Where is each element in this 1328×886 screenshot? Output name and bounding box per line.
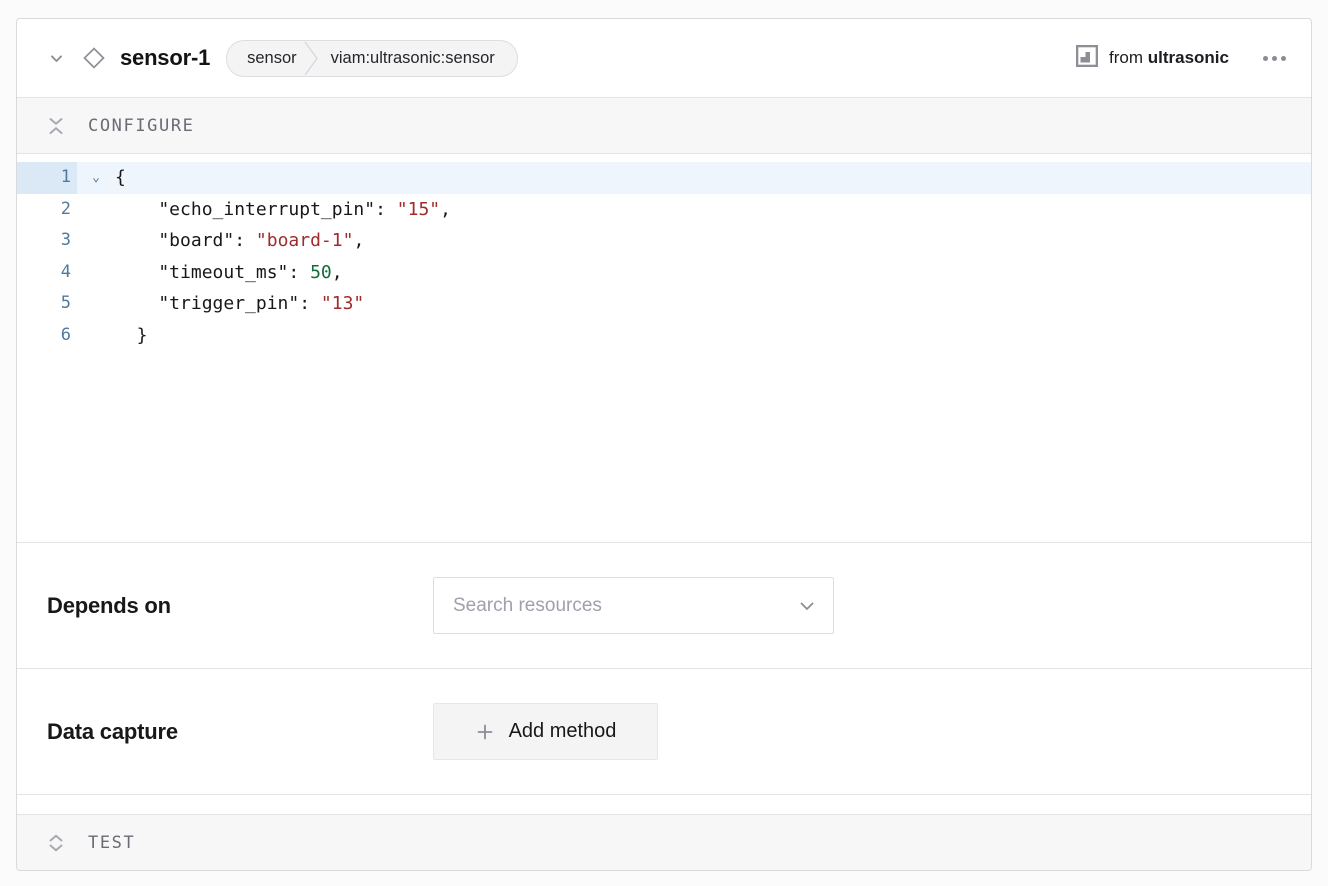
pill-model-label: viam:ultrasonic:sensor xyxy=(321,41,517,76)
code-line[interactable]: 6 } xyxy=(17,320,1311,352)
code-token: , xyxy=(440,199,451,220)
code-token: "15" xyxy=(397,199,440,220)
code-token: : xyxy=(299,293,321,314)
code-text: { xyxy=(115,162,126,194)
code-token: , xyxy=(353,230,364,251)
line-number: 3 xyxy=(17,225,77,257)
code-line[interactable]: 4 "timeout_ms": 50, xyxy=(17,257,1311,289)
module-source[interactable]: from ultrasonic xyxy=(1076,45,1229,72)
code-token: , xyxy=(332,262,343,283)
add-method-button[interactable]: Add method xyxy=(433,703,658,760)
code-token: "echo_interrupt_pin" xyxy=(115,199,375,220)
line-number: 1 xyxy=(17,162,77,194)
line-number: 4 xyxy=(17,257,77,289)
resource-config-card: sensor-1 sensor viam:ultrasonic:sensor xyxy=(16,18,1312,871)
code-token: 50 xyxy=(310,262,332,283)
add-method-button-label: Add method xyxy=(509,720,617,743)
resource-type-pill: sensor viam:ultrasonic:sensor xyxy=(226,40,518,77)
chevron-down-icon[interactable] xyxy=(45,47,67,69)
page-root: sensor-1 sensor viam:ultrasonic:sensor xyxy=(0,0,1328,886)
code-text: "timeout_ms": 50, xyxy=(115,257,343,289)
line-number: 5 xyxy=(17,288,77,320)
code-token: "board-1" xyxy=(256,230,354,251)
card-header: sensor-1 sensor viam:ultrasonic:sensor xyxy=(17,19,1311,98)
code-token: : xyxy=(288,262,310,283)
code-token: : xyxy=(234,230,256,251)
code-text: "echo_interrupt_pin": "15", xyxy=(115,194,451,226)
depends-on-row: Depends on Search resources xyxy=(17,543,1311,669)
code-line[interactable]: 2 "echo_interrupt_pin": "15", xyxy=(17,194,1311,226)
pill-separator-icon xyxy=(301,41,321,76)
code-token: "board" xyxy=(115,230,234,251)
diamond-icon xyxy=(81,45,107,71)
module-source-text: from ultrasonic xyxy=(1109,48,1229,68)
data-capture-row: Data capture Add method xyxy=(17,669,1311,795)
section-label-test: TEST xyxy=(88,833,135,853)
code-token: { xyxy=(115,167,126,188)
depends-on-label: Depends on xyxy=(47,593,433,619)
plus-icon xyxy=(475,722,495,742)
line-number: 2 xyxy=(17,194,77,226)
json-config-editor[interactable]: 1⌄{2 "echo_interrupt_pin": "15",3 "board… xyxy=(17,154,1311,543)
module-name: ultrasonic xyxy=(1148,48,1229,67)
code-line[interactable]: 1⌄{ xyxy=(17,162,1311,194)
code-text: "board": "board-1", xyxy=(115,225,364,257)
dot xyxy=(1272,56,1277,61)
section-label-configure: CONFIGURE xyxy=(88,116,195,136)
expand-icon[interactable] xyxy=(45,830,67,856)
code-token: } xyxy=(115,325,148,346)
line-number: 6 xyxy=(17,320,77,352)
depends-on-placeholder: Search resources xyxy=(453,595,797,617)
module-icon xyxy=(1076,45,1098,72)
ellipsis-icon[interactable] xyxy=(1259,45,1289,71)
code-line[interactable]: 5 "trigger_pin": "13" xyxy=(17,288,1311,320)
code-token: "timeout_ms" xyxy=(115,262,288,283)
dot xyxy=(1281,56,1286,61)
code-token: "trigger_pin" xyxy=(115,293,299,314)
pill-type-label: sensor xyxy=(227,41,301,76)
fold-toggle-icon[interactable]: ⌄ xyxy=(77,162,115,194)
code-text: "trigger_pin": "13" xyxy=(115,288,364,320)
page-title: sensor-1 xyxy=(120,45,210,71)
section-header-configure[interactable]: CONFIGURE xyxy=(17,98,1311,154)
code-token: "13" xyxy=(321,293,364,314)
code-text: } xyxy=(115,320,148,352)
section-header-test[interactable]: TEST xyxy=(17,814,1311,870)
module-from-prefix: from xyxy=(1109,48,1148,67)
code-token: : xyxy=(375,199,397,220)
chevron-down-icon xyxy=(797,596,817,616)
dot xyxy=(1263,56,1268,61)
depends-on-select[interactable]: Search resources xyxy=(433,577,834,634)
card-filler xyxy=(17,795,1311,814)
data-capture-label: Data capture xyxy=(47,719,433,745)
code-line[interactable]: 3 "board": "board-1", xyxy=(17,225,1311,257)
collapse-icon[interactable] xyxy=(45,113,67,139)
